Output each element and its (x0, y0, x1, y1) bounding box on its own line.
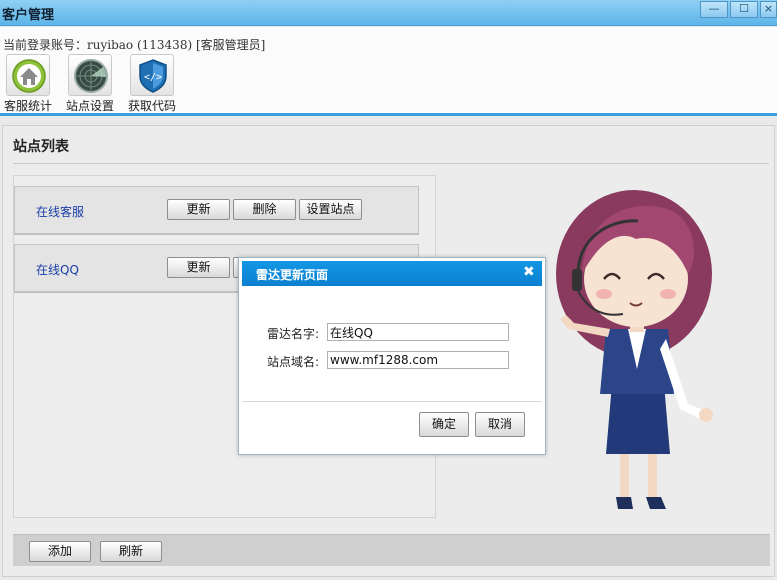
tool-get-code-label: 获取代码 (127, 99, 176, 113)
header-toolbar: 当前登录账号：ruyibao (113438) [客服管理员] 客服统计 站点设… (0, 27, 777, 116)
dialog-header: 雷达更新页面 ✖ (242, 261, 542, 286)
minimize-button[interactable]: — (700, 1, 728, 18)
tool-get-code-button[interactable]: </> 获取代码 (122, 54, 184, 114)
site-name-link[interactable]: 在线客服 (36, 203, 84, 220)
cancel-button[interactable]: 取消 (475, 412, 525, 437)
domain-label: 站点域名: (267, 355, 320, 369)
site-settings-button[interactable]: 设置站点 (299, 199, 362, 220)
radar-icon (68, 54, 112, 96)
dialog-divider (242, 401, 542, 402)
page-title: 站点列表 (13, 139, 69, 155)
maximize-button[interactable]: ☐ (730, 1, 758, 18)
window-title: 客户管理 (2, 8, 55, 23)
code-shield-icon: </> (130, 54, 174, 96)
dialog-title: 雷达更新页面 (256, 268, 329, 282)
account-info: 当前登录账号：ruyibao (113438) [客服管理员] (3, 38, 266, 52)
refresh-button[interactable]: 刷新 (100, 541, 162, 562)
domain-field[interactable] (327, 351, 509, 369)
title-divider (13, 163, 769, 164)
delete-button[interactable]: 删除 (233, 199, 296, 220)
bottom-action-bar: 添加 刷新 (13, 534, 770, 566)
confirm-button[interactable]: 确定 (419, 412, 469, 437)
svg-text:</>: </> (144, 72, 162, 83)
update-dialog: 雷达更新页面 ✖ 雷达名字: 站点域名: 确定 取消 (238, 257, 546, 455)
site-name-link[interactable]: 在线QQ (36, 261, 79, 278)
update-button[interactable]: 更新 (167, 257, 230, 278)
tool-site-settings-label: 站点设置 (65, 99, 114, 113)
update-button[interactable]: 更新 (167, 199, 230, 220)
list-item: 在线客服 更新 删除 设置站点 (14, 186, 419, 234)
tool-service-stats-button[interactable]: 客服统计 (0, 54, 60, 114)
close-window-button[interactable]: × (760, 1, 777, 18)
add-button[interactable]: 添加 (29, 541, 91, 562)
radar-name-label: 雷达名字: (267, 327, 320, 341)
mascot-illustration (538, 179, 728, 519)
window-titlebar: 客户管理 — ☐ × (0, 0, 777, 26)
close-icon[interactable]: ✖ (523, 264, 535, 280)
tool-service-stats-label: 客服统计 (3, 99, 52, 113)
tool-site-settings-button[interactable]: 站点设置 (60, 54, 122, 114)
home-icon (6, 54, 50, 96)
radar-name-field[interactable] (327, 323, 509, 341)
